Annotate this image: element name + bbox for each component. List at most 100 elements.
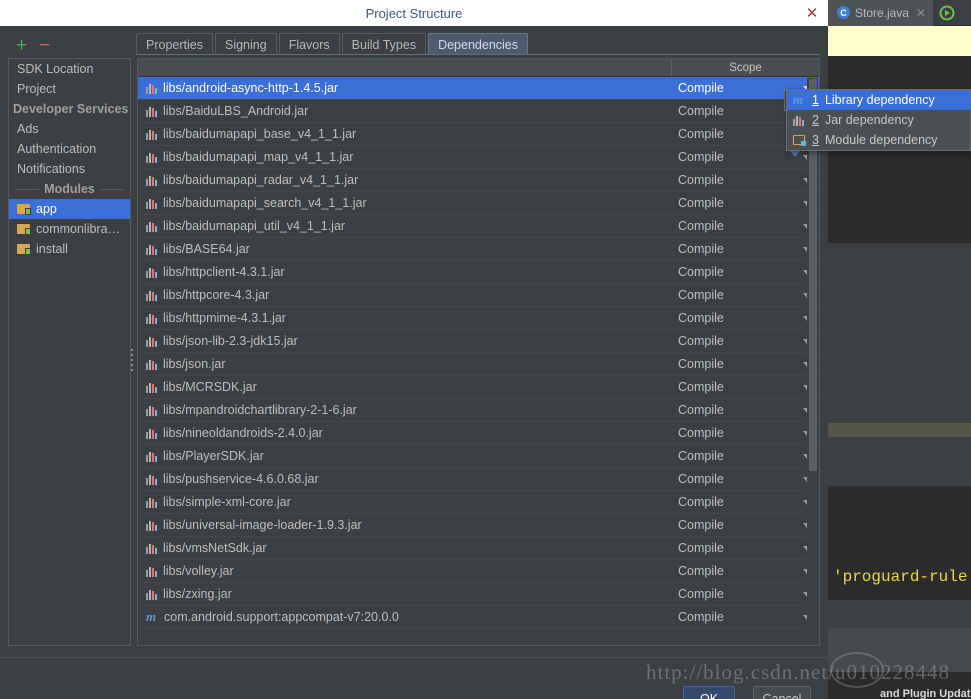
scope-dropdown[interactable]: Compile: [672, 541, 819, 555]
scope-value: Compile: [678, 564, 724, 578]
separator-line-right: [99, 188, 125, 190]
cancel-button[interactable]: Cancel: [753, 686, 811, 699]
table-row[interactable]: libs/simple-xml-core.jar Compile: [138, 491, 819, 514]
scope-dropdown[interactable]: Compile: [672, 518, 819, 532]
ide-editor-tabbar: C Store.java ✕: [828, 0, 971, 26]
scope-dropdown[interactable]: Compile: [672, 219, 819, 233]
table-row[interactable]: libs/MCRSDK.jar Compile: [138, 376, 819, 399]
sidebar-item-authentication[interactable]: Authentication: [9, 139, 130, 159]
table-row[interactable]: libs/httpcore-4.3.jar Compile: [138, 284, 819, 307]
dependency-name-label: libs/volley.jar: [163, 564, 234, 578]
column-header-scope[interactable]: Scope: [672, 59, 819, 76]
dependency-name-label: libs/MCRSDK.jar: [163, 380, 257, 394]
table-row[interactable]: libs/zxing.jar Compile: [138, 583, 819, 606]
tab-dependencies[interactable]: Dependencies: [428, 33, 528, 55]
maven-icon: m: [146, 610, 157, 624]
scope-dropdown[interactable]: Compile: [672, 288, 819, 302]
table-row[interactable]: m com.android.support:appcompat-v7:20.0.0…: [138, 606, 819, 629]
menu-item-module-dependency[interactable]: 3 Module dependency: [787, 130, 970, 150]
scope-dropdown[interactable]: Compile: [672, 357, 819, 371]
table-row[interactable]: libs/mpandroidchartlibrary-2-1-6.jar Comp…: [138, 399, 819, 422]
dependency-name-cell: libs/baidumapapi_map_v4_1_1.jar: [138, 150, 672, 164]
table-row[interactable]: libs/nineoldandroids-2.4.0.jar Compile: [138, 422, 819, 445]
menu-item-library-dependency[interactable]: m 1 Library dependency: [787, 90, 970, 110]
scope-dropdown[interactable]: Compile: [672, 426, 819, 440]
scope-dropdown[interactable]: Compile: [672, 173, 819, 187]
scope-dropdown[interactable]: Compile: [672, 311, 819, 325]
tab-properties[interactable]: Properties: [136, 33, 213, 55]
table-row[interactable]: libs/httpmime-4.3.1.jar Compile: [138, 307, 819, 330]
tab-underline: [136, 54, 820, 55]
panel-splitter-handle[interactable]: [129, 346, 134, 374]
sidebar-item-install[interactable]: install: [9, 239, 130, 259]
scope-dropdown[interactable]: Compile: [672, 472, 819, 486]
scope-dropdown[interactable]: Compile: [672, 403, 819, 417]
sidebar-item-ads[interactable]: Ads: [9, 119, 130, 139]
sidebar-item-commonlibrary[interactable]: commonlibra…: [9, 219, 130, 239]
scope-dropdown[interactable]: Compile: [672, 564, 819, 578]
table-row[interactable]: libs/pushservice-4.6.0.68.jar Compile: [138, 468, 819, 491]
jar-icon: [146, 313, 157, 324]
editor-tab-label: Store.java: [855, 5, 910, 20]
dependency-name-cell: libs/simple-xml-core.jar: [138, 495, 672, 509]
sidebar-group-label: Developer Services: [13, 102, 129, 116]
ide-code-snippet: 'proguard-rule: [833, 568, 968, 586]
dependency-name-label: libs/baidumapapi_base_v4_1_1.jar: [163, 127, 357, 141]
table-row[interactable]: libs/httpclient-4.3.1.jar Compile: [138, 261, 819, 284]
jar-icon: [146, 382, 157, 393]
scope-dropdown[interactable]: Compile: [672, 587, 819, 601]
table-row[interactable]: libs/baidumapapi_radar_v4_1_1.jar Compile: [138, 169, 819, 192]
table-row[interactable]: libs/BASE64.jar Compile: [138, 238, 819, 261]
table-row[interactable]: libs/baidumapapi_util_v4_1_1.jar Compile: [138, 215, 819, 238]
close-icon[interactable]: ✕: [916, 6, 926, 20]
separator-line-left: [15, 188, 40, 190]
tab-signing[interactable]: Signing: [214, 33, 277, 55]
dependency-name-cell: libs/httpmime-4.3.1.jar: [138, 311, 672, 325]
dialog-body: + − SDK Location Project Developer Servi…: [0, 26, 828, 699]
run-icon[interactable]: [939, 5, 955, 21]
editor-tab-store-java[interactable]: C Store.java ✕: [828, 0, 934, 26]
table-row[interactable]: libs/vmsNetSdk.jar Compile: [138, 537, 819, 560]
tab-flavors[interactable]: Flavors: [278, 33, 340, 55]
menu-item-jar-dependency[interactable]: 2 Jar dependency: [787, 110, 970, 130]
jar-icon: [146, 290, 157, 301]
table-row[interactable]: libs/baidumapapi_search_v4_1_1.jar Compil…: [138, 192, 819, 215]
table-row[interactable]: libs/PlayerSDK.jar Compile: [138, 445, 819, 468]
scope-dropdown[interactable]: Compile: [672, 610, 819, 624]
table-row[interactable]: libs/volley.jar Compile: [138, 560, 819, 583]
add-module-button[interactable]: +: [16, 36, 27, 55]
sidebar-item-app[interactable]: app: [9, 199, 130, 219]
scope-dropdown[interactable]: Compile: [672, 495, 819, 509]
dependency-name-label: libs/baidumapapi_map_v4_1_1.jar: [163, 150, 354, 164]
scope-dropdown[interactable]: Compile: [672, 265, 819, 279]
dependency-name-cell: libs/MCRSDK.jar: [138, 380, 672, 394]
column-header-name[interactable]: [138, 59, 672, 76]
table-row[interactable]: libs/baidumapapi_base_v4_1_1.jar Compile: [138, 123, 819, 146]
jar-icon: [146, 589, 157, 600]
table-row[interactable]: libs/json.jar Compile: [138, 353, 819, 376]
table-row[interactable]: libs/android-async-http-1.4.5.jar Compile: [138, 77, 819, 100]
dependency-name-label: libs/json-lib-2.3-jdk15.jar: [163, 334, 298, 348]
sidebar-item-label: app: [36, 202, 57, 216]
scope-dropdown[interactable]: Compile: [672, 196, 819, 210]
close-icon[interactable]: ✕: [802, 3, 822, 23]
dependency-name-cell: libs/httpcore-4.3.jar: [138, 288, 672, 302]
tab-build-types[interactable]: Build Types: [341, 33, 427, 55]
remove-module-button[interactable]: −: [39, 36, 50, 55]
sidebar-item-notifications[interactable]: Notifications: [9, 159, 130, 179]
scope-dropdown[interactable]: Compile: [672, 242, 819, 256]
table-row[interactable]: libs/json-lib-2.3-jdk15.jar Compile: [138, 330, 819, 353]
scope-dropdown[interactable]: Compile: [672, 380, 819, 394]
ok-button[interactable]: OK: [683, 686, 735, 699]
scope-dropdown[interactable]: Compile: [672, 334, 819, 348]
table-row[interactable]: libs/baidumapapi_map_v4_1_1.jar Compile: [138, 146, 819, 169]
table-row[interactable]: libs/BaiduLBS_Android.jar Compile: [138, 100, 819, 123]
sidebar-item-sdk-location[interactable]: SDK Location: [9, 59, 130, 79]
table-scrollbar[interactable]: [807, 78, 818, 644]
dependency-name-label: libs/httpcore-4.3.jar: [163, 288, 270, 302]
sidebar-item-project[interactable]: Project: [9, 79, 130, 99]
scope-dropdown[interactable]: Compile: [672, 449, 819, 463]
ide-code-band-secondary: [828, 423, 971, 437]
table-row[interactable]: libs/universal-image-loader-1.9.3.jar Com…: [138, 514, 819, 537]
jar-icon: [146, 359, 157, 370]
